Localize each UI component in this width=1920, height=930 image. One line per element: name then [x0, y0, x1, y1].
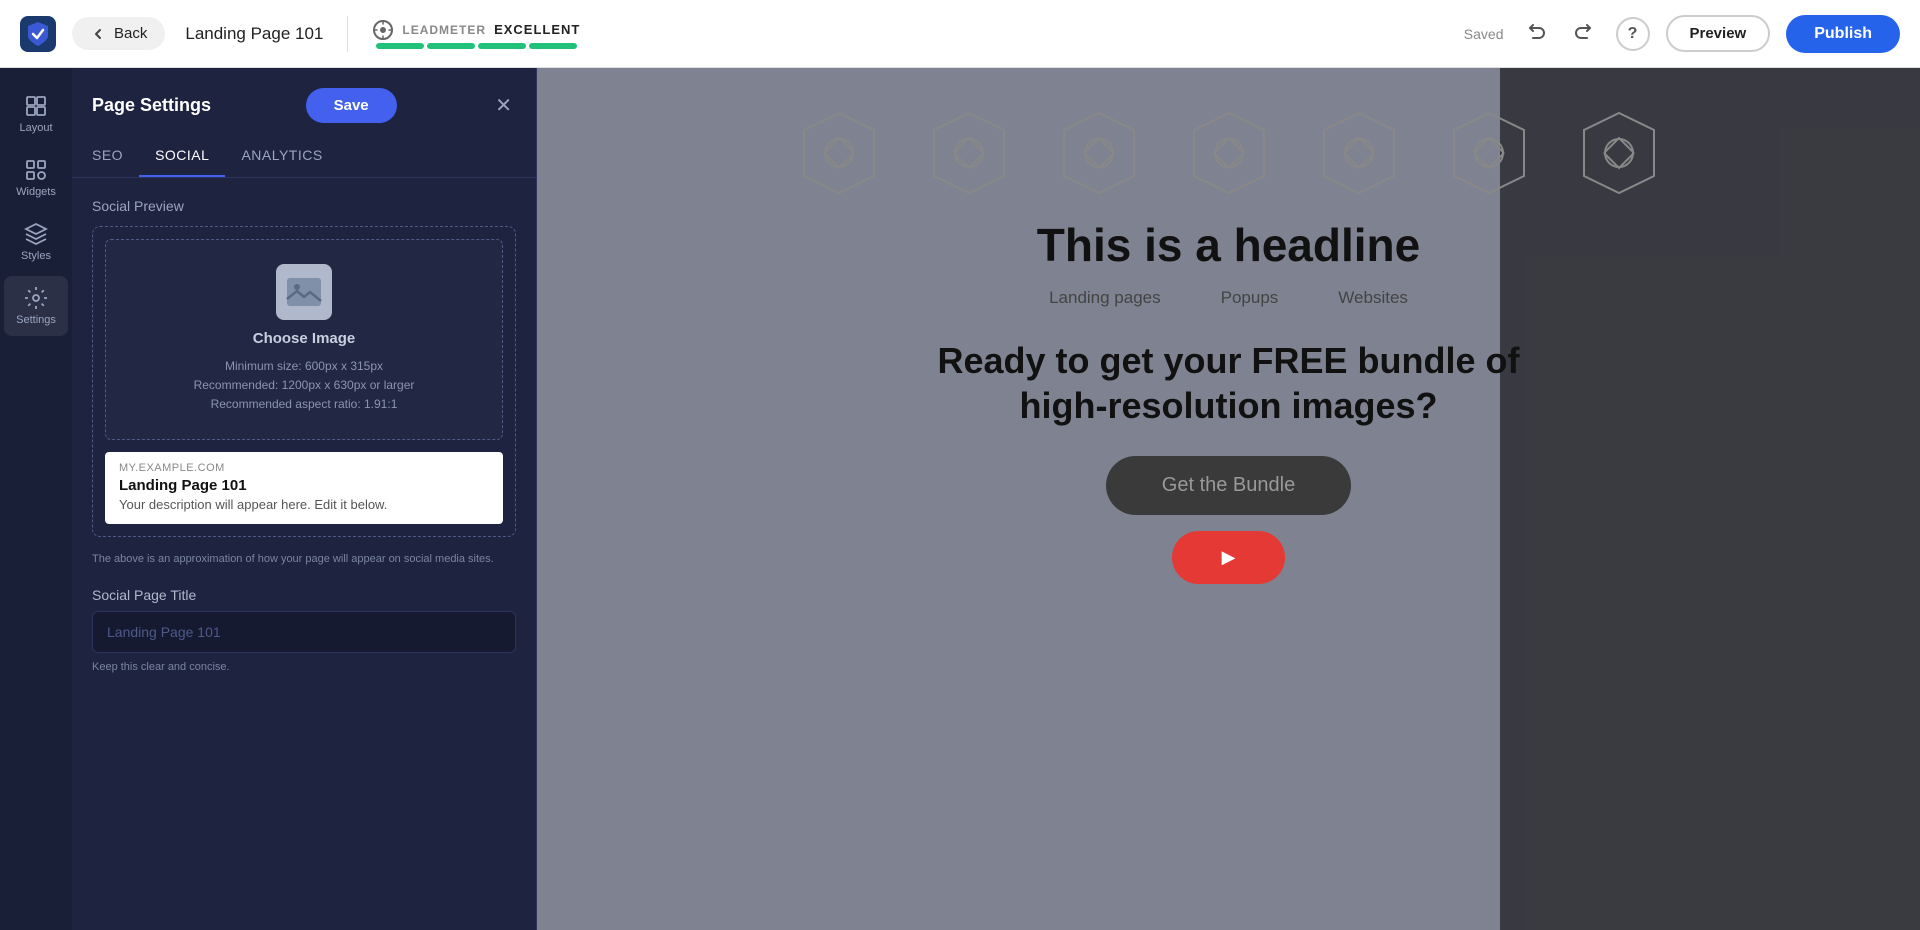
leadmeter-seg-4 [529, 43, 577, 49]
canvas-red-button[interactable]: ▶ [1172, 531, 1286, 584]
leadmeter-seg-1 [376, 43, 424, 49]
help-button[interactable]: ? [1616, 17, 1650, 51]
publish-label: Publish [1814, 25, 1872, 42]
tab-social[interactable]: SOCIAL [139, 139, 225, 177]
help-icon: ? [1628, 25, 1638, 43]
image-min-size: Minimum size: 600px x 315px [194, 357, 415, 376]
sidebar-icons: Layout Widgets Styles Setting [0, 68, 72, 930]
leadmeter-icon [372, 19, 394, 41]
social-tab-label: SOCIAL [155, 147, 209, 163]
get-bundle-label: Get the Bundle [1162, 474, 1295, 496]
icons-row [754, 78, 1704, 218]
back-button[interactable]: Back [72, 17, 165, 50]
back-arrow-icon [90, 26, 106, 42]
hex-icon-4 [1184, 108, 1274, 198]
undo-icon [1526, 21, 1546, 41]
social-description-preview: Your description will appear here. Edit … [119, 497, 489, 512]
panel-save-label: Save [334, 97, 369, 114]
social-preview-label: Social Preview [92, 198, 516, 214]
publish-button[interactable]: Publish [1786, 15, 1900, 53]
preview-button[interactable]: Preview [1666, 15, 1771, 52]
canvas-sub-item-2: Popups [1221, 288, 1279, 308]
layout-label: Layout [19, 122, 52, 134]
image-aspect: Recommended aspect ratio: 1.91:1 [194, 395, 415, 414]
redo-icon [1574, 21, 1594, 41]
canvas-sub-items: Landing pages Popups Websites [1049, 288, 1408, 308]
settings-panel: Page Settings Save ✕ SEO SOCIAL ANALYTIC… [72, 68, 537, 930]
social-meta-preview: MY.EXAMPLE.COM Landing Page 101 Your des… [105, 452, 503, 524]
hex-icon-5 [1314, 108, 1404, 198]
redo-button[interactable] [1568, 15, 1600, 52]
image-size-info: Minimum size: 600px x 315px Recommended:… [194, 357, 415, 415]
leadmeter-seg-3 [478, 43, 526, 49]
sidebar-item-widgets[interactable]: Widgets [4, 148, 68, 208]
hex-icon-7 [1574, 108, 1664, 198]
undo-button[interactable] [1520, 15, 1552, 52]
choose-image-label: Choose Image [253, 330, 356, 347]
canvas-bundle-headline: Ready to get your FREE bundle of high-re… [929, 338, 1529, 428]
main-area: Layout Widgets Styles Setting [0, 68, 1920, 930]
canvas-headline: This is a headline [1037, 218, 1420, 272]
social-page-title-preview: Landing Page 101 [119, 477, 489, 494]
leadmeter-bar [376, 43, 577, 49]
panel-tabs: SEO SOCIAL ANALYTICS [72, 123, 536, 178]
sidebar-item-settings[interactable]: Settings [4, 276, 68, 336]
canvas-sub-item-1: Landing pages [1049, 288, 1161, 308]
image-recommended: Recommended: 1200px x 630px or larger [194, 376, 415, 395]
styles-label: Styles [21, 250, 51, 262]
panel-save-button[interactable]: Save [306, 88, 397, 123]
saved-status: Saved [1464, 26, 1504, 42]
layout-icon [24, 94, 48, 118]
seo-tab-label: SEO [92, 147, 123, 163]
tab-analytics[interactable]: ANALYTICS [225, 139, 338, 177]
header-divider [347, 16, 348, 52]
page-title-hint: Keep this clear and concise. [92, 661, 516, 673]
page-title-field-label: Social Page Title [92, 587, 516, 603]
page-inner: This is a headline Landing pages Popups … [537, 68, 1920, 584]
hex-icon-2 [924, 108, 1014, 198]
widgets-label: Widgets [16, 186, 56, 198]
preview-label: Preview [1690, 25, 1747, 42]
settings-label: Settings [16, 314, 56, 326]
styles-icon [24, 222, 48, 246]
sidebar-item-styles[interactable]: Styles [4, 212, 68, 272]
hex-icon-6 [1444, 108, 1534, 198]
social-page-title-input[interactable] [92, 611, 516, 653]
sidebar-item-layout[interactable]: Layout [4, 84, 68, 144]
page-background: This is a headline Landing pages Popups … [537, 68, 1920, 930]
approximation-note: The above is an approximation of how you… [92, 551, 516, 568]
hex-icon-3 [1054, 108, 1144, 198]
leadmeter-section: LEADMETER EXCELLENT [372, 19, 580, 49]
settings-icon [24, 286, 48, 310]
canvas-red-button-label: ▶ [1222, 547, 1236, 567]
analytics-tab-label: ANALYTICS [241, 147, 322, 163]
app-logo [20, 16, 56, 52]
canvas-sub-item-3: Websites [1338, 288, 1408, 308]
social-preview-box: Choose Image Minimum size: 600px x 315px… [92, 226, 516, 537]
get-bundle-button[interactable]: Get the Bundle [1106, 456, 1351, 515]
widgets-icon [24, 158, 48, 182]
canvas-area: This is a headline Landing pages Popups … [537, 68, 1920, 930]
tab-seo[interactable]: SEO [92, 139, 139, 177]
page-title: Landing Page 101 [185, 24, 323, 44]
panel-body: Social Preview Choose Image Minimum size… [72, 178, 536, 930]
hex-icon-1 [794, 108, 884, 198]
leadmeter-status: EXCELLENT [494, 22, 580, 37]
panel-close-button[interactable]: ✕ [491, 89, 516, 122]
back-label: Back [114, 25, 147, 42]
panel-header: Page Settings Save ✕ [72, 68, 536, 123]
social-page-title-section: Social Page Title Keep this clear and co… [92, 587, 516, 673]
choose-image-area[interactable]: Choose Image Minimum size: 600px x 315px… [105, 239, 503, 440]
leadmeter-seg-2 [427, 43, 475, 49]
panel-title: Page Settings [92, 95, 211, 116]
social-domain: MY.EXAMPLE.COM [119, 462, 489, 474]
header: Back Landing Page 101 LEADMETER EXCELLEN… [0, 0, 1920, 68]
image-placeholder-icon [276, 264, 332, 320]
leadmeter-label: LEADMETER [402, 23, 486, 37]
image-icon [286, 277, 322, 307]
close-icon: ✕ [495, 95, 512, 117]
